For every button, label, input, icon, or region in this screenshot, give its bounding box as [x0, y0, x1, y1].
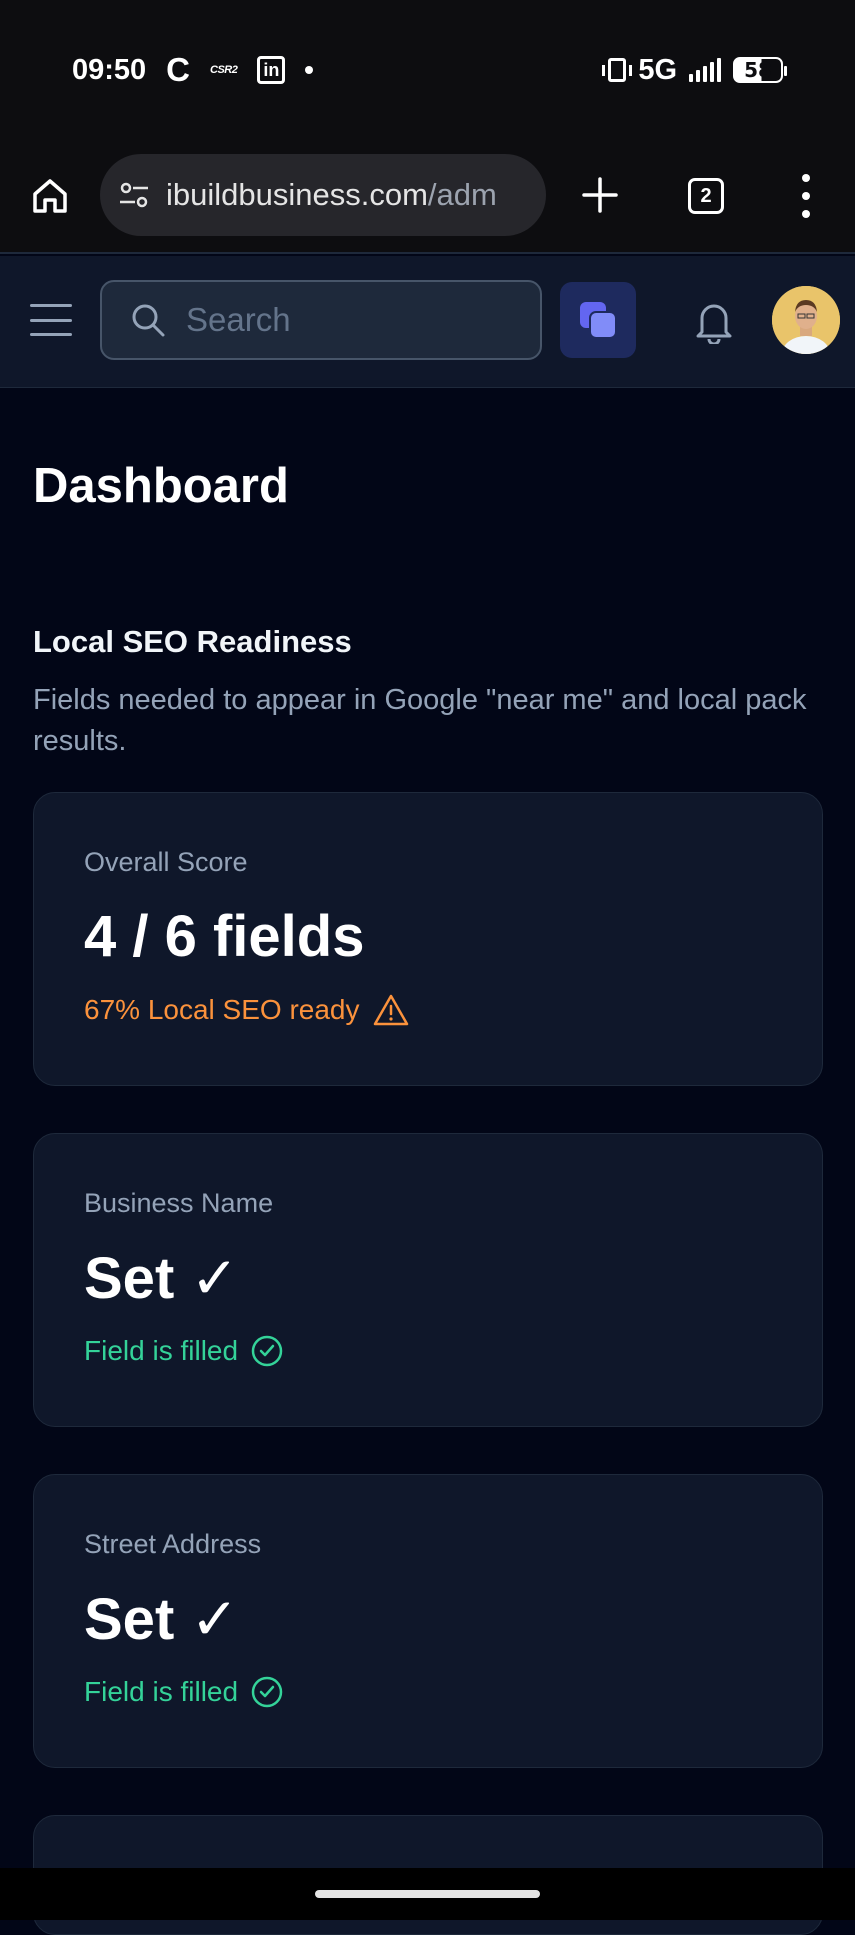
linkedin-icon: in [257, 56, 286, 84]
url-domain: ibuildbusiness.com [166, 177, 428, 212]
card-label: Business Name [84, 1188, 274, 1218]
home-icon[interactable] [30, 176, 70, 216]
section-description: Fields needed to appear in Google "near … [33, 684, 807, 757]
network-type: 5G [638, 53, 677, 86]
notifications-bell-icon[interactable] [692, 298, 736, 344]
card-status: Field is filled [84, 1675, 284, 1709]
site-settings-icon[interactable] [116, 177, 152, 213]
overall-score-card: Overall Score 4 / 6 fields 67% Local SEO… [33, 792, 823, 1086]
card-value: Set ✓ [84, 1587, 239, 1652]
search-input[interactable] [186, 301, 486, 339]
home-indicator[interactable] [315, 1890, 540, 1898]
workspace-switcher-button[interactable] [560, 282, 636, 358]
new-tab-icon[interactable] [580, 175, 620, 215]
check-circle-icon [251, 1676, 283, 1708]
card-label: Overall Score [84, 847, 248, 877]
check-circle-icon [251, 1335, 283, 1367]
url-path: /adm [427, 177, 497, 212]
c-app-icon: C [166, 51, 191, 88]
card-status: Field is filled [84, 1334, 284, 1368]
status-time: 09:50 [72, 53, 147, 86]
search-icon [132, 304, 165, 337]
browser-toolbar: ibuildbusiness.com/adm 2 [0, 140, 855, 254]
vibrate-icon [602, 58, 633, 82]
card-value: 4 / 6 fields [84, 904, 365, 969]
card-status-text: Field is filled [84, 1676, 239, 1707]
page-title: Dashboard [33, 459, 289, 513]
hamburger-menu-icon[interactable] [30, 304, 72, 336]
browser-menu-icon[interactable] [796, 174, 816, 218]
user-avatar[interactable] [772, 286, 840, 354]
signal-icon [689, 58, 721, 82]
csr2-app-icon: CSR2 [210, 64, 238, 76]
tab-switcher-button[interactable]: 2 [688, 178, 724, 214]
app-header [0, 256, 855, 388]
card-status-text: 67% Local SEO ready [84, 994, 360, 1025]
status-left: 09:50 C CSR2 in [72, 48, 314, 92]
card-status: 67% Local SEO ready [84, 993, 410, 1027]
card-label: Street Address [84, 1529, 262, 1559]
battery-icon: 58 [733, 57, 787, 83]
card-status-text: Field is filled [84, 1335, 239, 1366]
url-text[interactable]: ibuildbusiness.com/adm [166, 177, 497, 213]
address-bar[interactable]: ibuildbusiness.com/adm [100, 154, 546, 236]
section-title: Local SEO Readiness [33, 624, 352, 659]
warning-triangle-icon [373, 994, 408, 1026]
battery-level: 58 [744, 58, 772, 82]
status-right: 5G 58 [602, 48, 787, 92]
card-value: Set ✓ [84, 1246, 239, 1311]
more-notifications-dot [305, 66, 314, 74]
search-field[interactable] [100, 280, 542, 360]
system-status-bar: 09:50 C CSR2 in 5G 58 [0, 0, 855, 140]
business-name-card: Business Name Set ✓ Field is filled [33, 1133, 823, 1427]
copy-icon [580, 302, 617, 339]
street-address-card: Street Address Set ✓ Field is filled [33, 1474, 823, 1768]
user-photo-icon [772, 286, 840, 354]
